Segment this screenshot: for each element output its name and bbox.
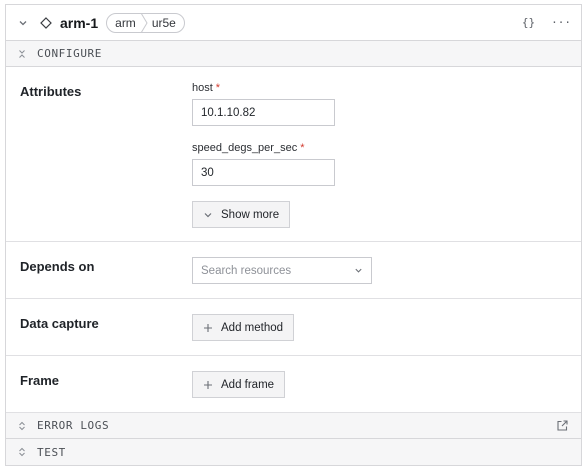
component-card: arm-1 arm ur5e {} ··· CONFIGURE Attribut… [5,4,582,466]
depends-on-row: Depends on Search resources [6,242,581,299]
data-capture-row: Data capture Add method [6,299,581,356]
frame-row: Frame Add frame [6,356,581,413]
attributes-label: Attributes [20,84,82,99]
json-mode-button[interactable]: {} [522,16,535,29]
test-label: TEST [37,445,66,459]
plus-icon [203,323,213,333]
plus-icon [203,380,213,390]
collapse-icon [18,49,26,59]
speed-label: speed_degs_per_sec * [192,142,305,154]
error-logs-section-bar[interactable]: ERROR LOGS [6,413,581,439]
frame-label: Frame [20,373,60,388]
breadcrumb-api: arm [115,15,136,30]
host-label: host * [192,82,221,94]
card-header: arm-1 arm ur5e {} ··· [6,5,581,41]
attributes-row: Attributes host * 10.1.10.82 speed_degs_p… [6,67,581,242]
breadcrumb-model: ur5e [151,15,176,30]
depends-on-label: Depends on [20,259,95,274]
model-breadcrumb: arm ur5e [106,12,185,33]
caret-updown-icon [18,447,26,457]
configure-section-bar[interactable]: CONFIGURE [6,41,581,67]
component-title: arm-1 [60,14,99,31]
host-field[interactable]: 10.1.10.82 [192,99,335,126]
speed-field[interactable]: 30 [192,159,335,186]
diamond-icon [40,16,52,29]
show-more-button[interactable]: Show more [192,201,291,228]
error-logs-label: ERROR LOGS [37,419,110,432]
add-frame-button[interactable]: Add frame [192,371,286,398]
data-capture-label: Data capture [20,316,99,331]
test-section-bar[interactable]: TEST [6,439,581,465]
search-resources-select[interactable]: Search resources [192,257,372,284]
chevron-down-icon [354,266,363,275]
breadcrumb-separator-icon [140,12,148,33]
add-method-button[interactable]: Add method [192,314,295,341]
chevron-down-icon [203,210,213,220]
configure-label: CONFIGURE [37,47,103,60]
external-link-icon[interactable] [556,419,569,432]
chevron-down-icon[interactable] [18,18,28,28]
caret-updown-icon [18,421,26,431]
more-menu-button[interactable]: ··· [551,16,571,29]
